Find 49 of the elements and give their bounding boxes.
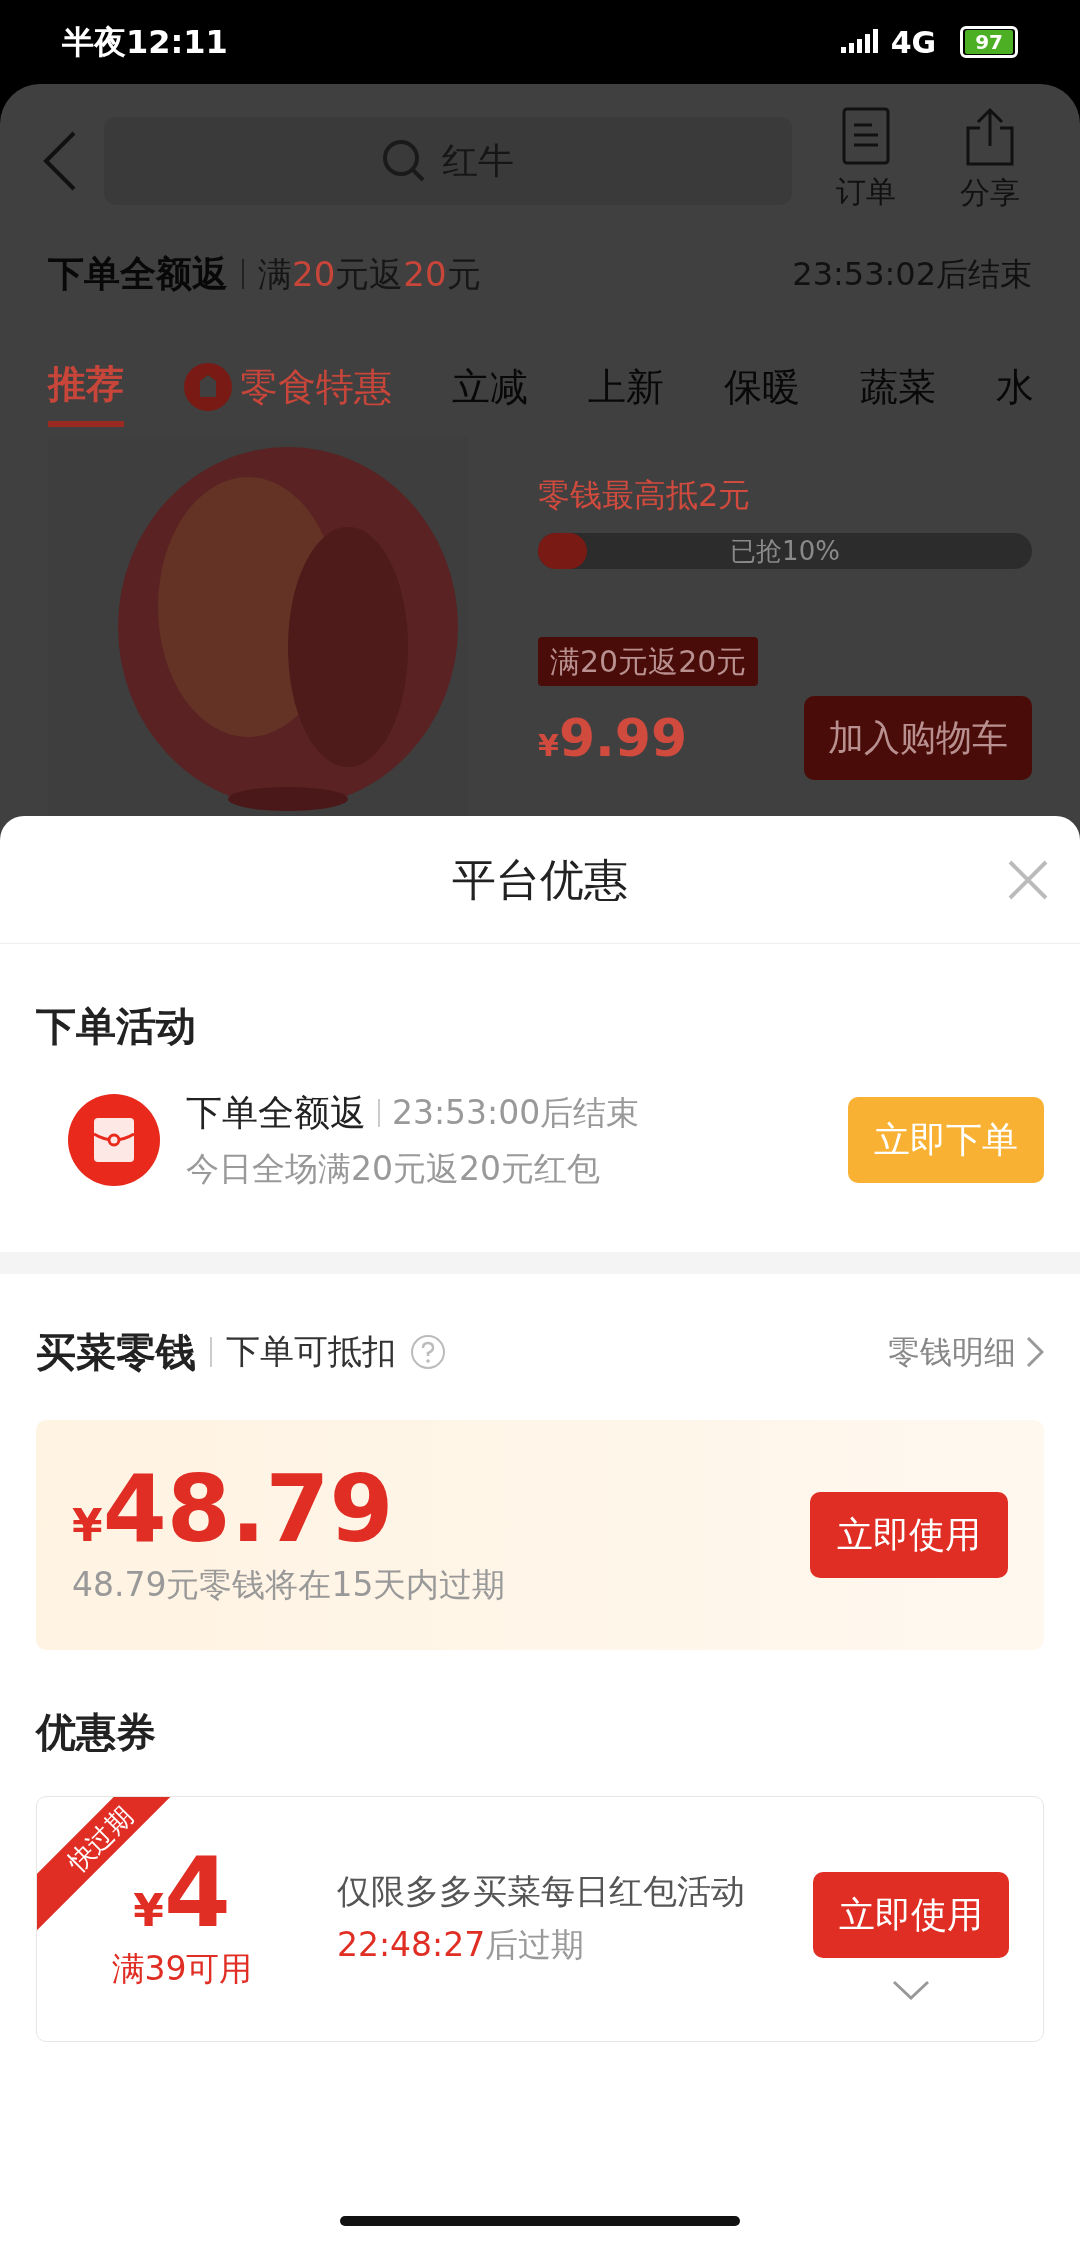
expiry-note: 48.79元零钱将在15天内过期 — [72, 1563, 507, 1606]
category-tab[interactable]: 立减 — [452, 347, 528, 427]
section-heading: 下单活动 — [36, 1002, 197, 1051]
category-tab[interactable]: 水 — [996, 347, 1034, 427]
battery-indicator: 97 — [960, 26, 1018, 58]
search-icon — [382, 138, 426, 183]
currency-symbol: ¥ — [538, 728, 559, 765]
promo-tag: 满20元返20元 — [538, 637, 759, 686]
coupon-description: 仅限多多买菜每日红包活动 — [337, 1869, 746, 1913]
signal-icon — [840, 29, 881, 55]
currency-symbol: ¥ — [133, 1884, 164, 1939]
category-tab[interactable]: 零食特惠 — [184, 347, 392, 427]
expand-icon[interactable] — [892, 1979, 930, 2000]
section-subheading: 下单可抵扣 — [226, 1330, 396, 1373]
category-tab[interactable]: 蔬菜 — [860, 347, 936, 427]
section-heading: 优惠券 — [36, 1707, 157, 1757]
order-now-button[interactable]: 立即下单 — [848, 1096, 1044, 1183]
expiry-label: 后过期 — [485, 1923, 585, 1966]
banner-title: 下单全额返 — [48, 252, 228, 296]
activity-description: 今日全场满20元返20元红包 — [186, 1148, 601, 1190]
tag-icon — [184, 363, 232, 411]
change-details-link[interactable]: 零钱明细 — [888, 1327, 1044, 1376]
activity-countdown: 23:53:00后结束 — [392, 1092, 640, 1135]
activity-name: 下单全额返 — [186, 1091, 366, 1135]
home-indicator[interactable] — [340, 2216, 740, 2226]
progress-label: 已抢10% — [730, 534, 840, 568]
coupon-amount: 4 — [163, 1843, 231, 1944]
section-heading: 买菜零钱 — [36, 1327, 196, 1377]
help-icon[interactable] — [410, 1333, 446, 1370]
use-now-button[interactable]: 立即使用 — [813, 1871, 1009, 1958]
currency-symbol: ¥ — [72, 1498, 103, 1553]
category-tab[interactable]: 推荐 — [48, 347, 124, 427]
chevron-right-icon — [1026, 1335, 1044, 1368]
category-tab[interactable]: 上新 — [588, 347, 664, 427]
product-price: 9.99 — [558, 707, 688, 770]
balance-amount: 48.79 — [102, 1459, 394, 1560]
expiry-time: 22:48:27 — [337, 1923, 486, 1966]
network-label: 4G — [890, 23, 937, 62]
use-now-button[interactable]: 立即使用 — [810, 1491, 1008, 1578]
sheet-title: 平台优惠 — [452, 852, 628, 907]
deduction-note: 零钱最高抵2元 — [538, 475, 751, 516]
envelope-icon — [68, 1093, 160, 1186]
coupon-condition: 满39可用 — [111, 1948, 253, 1991]
add-to-cart-button[interactable]: 加入购物车 — [804, 696, 1032, 780]
document-icon — [842, 107, 890, 165]
status-time: 半夜12:11 — [62, 22, 228, 63]
category-tab[interactable]: 保暖 — [724, 347, 800, 427]
share-icon — [964, 106, 1016, 166]
close-icon[interactable] — [1008, 860, 1048, 900]
